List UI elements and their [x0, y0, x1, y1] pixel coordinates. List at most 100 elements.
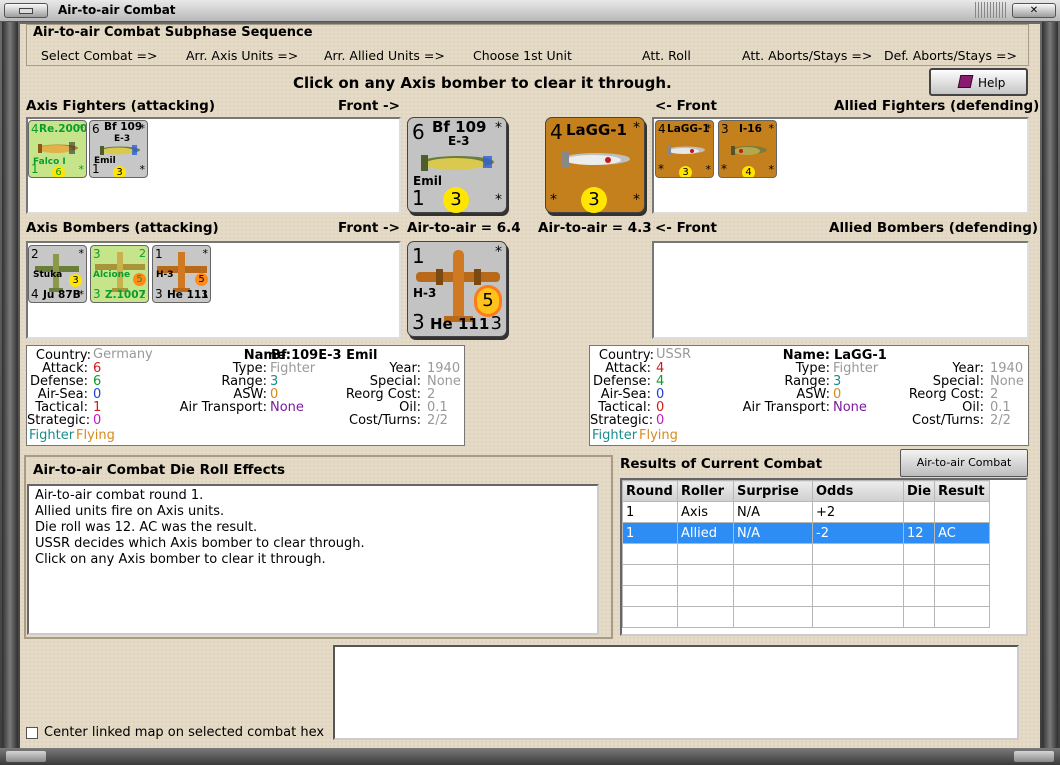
info-air-transport: None — [270, 400, 304, 415]
chit-attack: 4 — [658, 122, 666, 136]
info-tag-flying: Flying — [639, 428, 678, 443]
allied-bombers-label: Allied Bombers (defending) — [829, 220, 1039, 236]
chit-air-to-air-pip: 4 — [742, 166, 755, 177]
center-map-checkbox[interactable] — [26, 727, 38, 739]
center-map-checkbox-label[interactable]: Center linked map on selected combat hex — [44, 725, 324, 740]
chit-attack: 1 — [155, 247, 163, 261]
allied-fighters-label: Allied Fighters (defending) — [834, 98, 1040, 114]
chit-bottom-right: * — [139, 163, 146, 176]
allied-bombers-panel[interactable] — [652, 241, 1029, 339]
col-surprise[interactable]: Surprise — [733, 480, 813, 502]
help-book-icon — [957, 75, 974, 88]
effects-line: USSR decides which Axis bomber to clear … — [35, 536, 365, 551]
allied-fighters-front-label: <- Front — [655, 98, 717, 114]
big-chit-bottom-right: 3 — [490, 313, 502, 334]
col-odds[interactable]: Odds — [812, 480, 904, 502]
big-chit-top-right: * — [495, 244, 502, 260]
unit-chit-ju87b[interactable]: 2 * Stuka 3 4 Ju 87B * — [28, 245, 87, 303]
axis-bombers-front-label: Front -> — [338, 220, 400, 236]
chit-name: Ju 87B — [43, 289, 81, 301]
help-button-label: Help — [978, 76, 1006, 90]
resize-grip-left[interactable] — [6, 751, 46, 762]
big-chit-top-right: * — [495, 120, 502, 136]
unit-chit-re2000[interactable]: 4 Re.2000 * Falco I 1 6 * — [28, 120, 87, 178]
col-round[interactable]: Round — [622, 480, 678, 502]
close-button[interactable]: ✕ — [1012, 3, 1056, 18]
window-title: Air-to-air Combat — [58, 3, 176, 17]
table-row-empty — [622, 606, 991, 628]
chit-attack: 4 — [31, 122, 39, 136]
chit-air-to-air-pip: 6 — [52, 166, 65, 177]
chit-bottom-right: 2 — [139, 288, 146, 301]
big-chit-name: He 111 — [430, 315, 490, 333]
allied-air-to-air-value: Air-to-air = 4.3 — [538, 220, 652, 236]
effects-log[interactable]: Air-to-air combat round 1. Allied units … — [27, 484, 599, 635]
big-chit-name: LaGG-1 — [566, 121, 627, 139]
help-button[interactable]: Help — [929, 68, 1028, 96]
bottom-frame-edge — [0, 748, 1060, 765]
cell-round: 1 — [622, 501, 678, 523]
big-chit-subtype: E-3 — [448, 134, 470, 148]
resize-grip-right[interactable] — [1014, 751, 1054, 762]
big-chit-attack: 6 — [412, 120, 425, 144]
allied-unit-info: Country: USSR Attack: 4 Defense: 4 Air-S… — [589, 345, 1029, 446]
info-country: USSR — [656, 347, 692, 362]
selected-axis-bomber[interactable]: 1 * H-3 5 3 He 111 3 — [407, 241, 507, 337]
cell-round: 1 — [622, 522, 678, 544]
system-menu-button[interactable] — [4, 3, 48, 18]
window-icon — [19, 8, 33, 14]
big-chit-air-to-air-pip: 3 — [581, 187, 607, 213]
axis-fighters-front-label: Front -> — [338, 98, 400, 114]
chit-top-right: * — [78, 247, 85, 260]
chit-top-right: * — [202, 247, 209, 260]
axis-unit-info: Country: Germany Attack: 6 Defense: 6 Ai… — [26, 345, 465, 446]
step-arr-axis-units: Arr. Axis Units => — [186, 48, 299, 63]
instruction-text: Click on any Axis bomber to clear it thr… — [293, 74, 672, 92]
selected-allied-fighter[interactable]: 4 LaGG-1 * * 3 * — [545, 117, 645, 213]
step-def-aborts: Def. Aborts/Stays => — [884, 48, 1017, 63]
big-chit-bottom-left: 1 — [412, 186, 425, 210]
chit-bombing-pip: 5 — [195, 273, 208, 286]
chit-bottom-left: * — [658, 162, 664, 176]
chit-bombing-pip: 5 — [133, 273, 146, 286]
big-chit-attack: 4 — [550, 120, 563, 144]
cell-odds: +2 — [812, 501, 904, 523]
effects-line: Allied units fire on Axis units. — [35, 504, 225, 519]
cell-roller: Axis — [677, 501, 734, 523]
step-arr-allied-units: Arr. Allied Units => — [324, 48, 445, 63]
chit-bottom-right: 3 — [201, 288, 208, 301]
big-chit-bombing-pip: 5 — [477, 288, 499, 314]
info-strategic: 0 — [656, 413, 665, 428]
cell-surprise: N/A — [733, 522, 813, 544]
table-row[interactable]: 1 Axis N/A +2 — [622, 501, 991, 523]
step-att-aborts: Att. Aborts/Stays => — [742, 48, 873, 63]
cell-result: AC — [934, 522, 991, 544]
chit-nickname: H-3 — [156, 270, 174, 280]
combat-message-box[interactable] — [333, 645, 1019, 740]
info-tag-flying: Flying — [76, 428, 115, 443]
selected-axis-fighter[interactable]: 6 Bf 109 E-3 * Emil 1 3 * — [407, 117, 507, 213]
air-combat-chart-button[interactable]: Air-to-air Combat Chart — [900, 449, 1028, 495]
info-cost-turns: 2/2 — [427, 413, 448, 428]
table-row-selected[interactable]: 1 Allied N/A -2 12 AC — [622, 522, 991, 544]
chit-name: LaGG-1 — [667, 123, 710, 135]
unit-chit-lagg1[interactable]: 4 LaGG-1 * * 3 * — [655, 120, 714, 178]
effects-line: Air-to-air combat round 1. — [35, 488, 204, 503]
chit-top-right: * — [768, 122, 775, 135]
table-row-empty — [622, 564, 991, 586]
step-select-combat: Select Combat => — [41, 48, 158, 63]
col-roller[interactable]: Roller — [677, 480, 734, 502]
cell-roller: Allied — [677, 522, 734, 544]
unit-chit-bf109[interactable]: 6 Bf 109 E-3 * Emil 1 3 * — [89, 120, 148, 178]
chit-bottom-right: * — [768, 163, 775, 176]
col-die[interactable]: Die — [902, 480, 936, 502]
col-result[interactable]: Result — [934, 480, 991, 502]
unit-chit-i16[interactable]: 3 I-16 * * 4 * — [718, 120, 777, 178]
unit-chit-z1007[interactable]: 3 2 Alcione 5 3 Z.1007 2 — [90, 245, 149, 303]
results-title: Results of Current Combat — [620, 456, 823, 472]
cell-surprise: N/A — [733, 501, 813, 523]
unit-chit-he111[interactable]: 1 * H-3 5 3 He 111 3 — [152, 245, 211, 303]
big-chit-air-to-air-pip: 3 — [443, 187, 469, 213]
big-chit-top-right: * — [633, 120, 640, 136]
chit-attack: 2 — [31, 247, 39, 261]
